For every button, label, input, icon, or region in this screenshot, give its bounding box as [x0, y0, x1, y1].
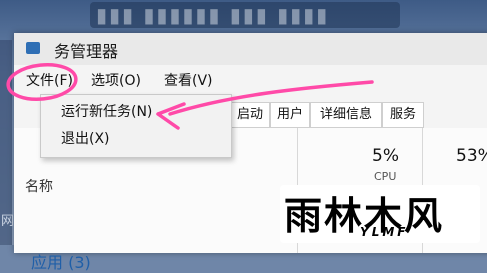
exit-menu-item[interactable]: 退出(X): [61, 128, 110, 150]
tab-startup[interactable]: 启动: [230, 102, 270, 128]
tab-users[interactable]: 用户: [270, 102, 310, 128]
menu-file[interactable]: 文件(F): [26, 69, 73, 93]
window-titlebar[interactable]: 务管理器: [14, 33, 487, 65]
window-title: 务管理器: [54, 42, 119, 61]
watermark-subtext: YLMF: [360, 225, 409, 239]
menu-options[interactable]: 选项(O): [91, 69, 141, 93]
task-manager-icon: [26, 42, 40, 54]
menu-view[interactable]: 查看(V): [164, 69, 213, 93]
cpu-usage-value: 5%: [372, 146, 399, 166]
desktop-edge: 网: [0, 40, 15, 245]
cpu-column-header[interactable]: CPU: [374, 170, 396, 183]
menu-bar: 文件(F) 选项(O) 查看(V): [14, 69, 487, 93]
file-menu-dropdown: 运行新任务(N) 退出(X): [40, 94, 232, 158]
desktop-edge-text: 网: [1, 214, 15, 229]
desktop-banner-text: ▮▮▮ ▮▮▮▮▮▮ ▮▮▮ ▮▮▮▮: [96, 3, 330, 27]
memory-usage-value: 53%: [456, 146, 487, 166]
apps-group-header[interactable]: 应用 (3): [31, 249, 91, 273]
name-column-header[interactable]: 名称: [25, 176, 53, 196]
tab-services[interactable]: 服务: [382, 102, 424, 128]
run-new-task-menu-item[interactable]: 运行新任务(N): [61, 101, 152, 123]
ylmf-watermark: 雨林木风 YLMF: [280, 185, 480, 243]
tab-details[interactable]: 详细信息: [310, 102, 382, 128]
